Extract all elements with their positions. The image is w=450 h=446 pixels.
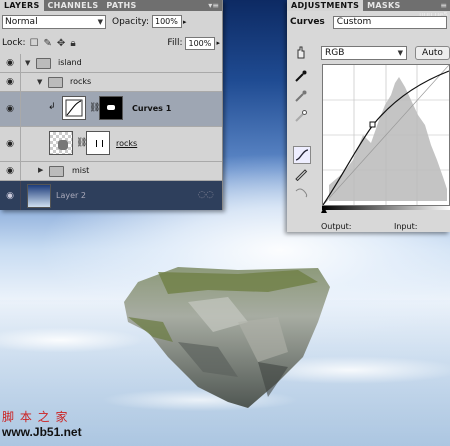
group-expand-icon[interactable]: ▼ (37, 78, 42, 86)
watermark-cn: 脚 本 之 家 (2, 410, 69, 424)
folder-icon (49, 166, 64, 177)
layers-tab-bar: LAYERS CHANNELS PATHS ▾≡ (0, 0, 222, 11)
fill-input[interactable]: 100% (185, 36, 216, 50)
blend-mode-value: Normal (5, 16, 38, 27)
layer-row-rocks[interactable]: ◉ ⛓ rocks (0, 127, 222, 162)
layer-name: Curves 1 (132, 104, 172, 113)
layer-row-mist[interactable]: ◉ ▶ mist (0, 162, 222, 181)
visibility-eye-icon[interactable]: ◉ (2, 54, 18, 72)
opacity-label: Opacity: (112, 16, 149, 27)
layer-row-curves-1[interactable]: ◉ ↲ ⛓ Curves 1 (0, 92, 222, 127)
adjustment-title: Curves (290, 17, 325, 27)
adjustments-tab-bar: ADJUSTMENTS MASKS ≡ (287, 0, 450, 11)
watermark: 脚 本 之 家 www.Jb51.net (2, 408, 82, 439)
visibility-eye-icon[interactable]: ◉ (2, 73, 18, 91)
tab-paths[interactable]: PATHS (102, 0, 140, 11)
visibility-eye-icon[interactable]: ◉ (2, 127, 18, 161)
group-collapsed-icon[interactable]: ▶ (38, 166, 43, 174)
auto-button[interactable]: Auto (415, 46, 450, 60)
fill-slider-icon[interactable]: ▸ (216, 39, 220, 47)
panel-menu-icon[interactable]: ▾≡ (208, 0, 222, 11)
lock-transparency-icon[interactable]: ☐ (30, 38, 39, 49)
layer-name: rocks (116, 139, 138, 148)
curves-adjustment-icon (62, 96, 86, 120)
fill-label: Fill: (167, 38, 183, 48)
layer-row-rocks-group[interactable]: ◉ ▼ rocks (0, 73, 222, 92)
visibility-eye-icon[interactable]: ◉ (2, 162, 18, 180)
layer-effects-icon[interactable]: ◌◌ (198, 190, 214, 200)
output-label: Output: (321, 222, 352, 231)
layer-thumbnail (49, 131, 73, 155)
group-expand-icon[interactable]: ▼ (25, 59, 30, 67)
watermark-url: www.Jb51.net (2, 425, 82, 439)
panel-menu-icon[interactable]: ≡ (440, 0, 450, 11)
layer-name: Layer 2 (56, 191, 86, 200)
chevron-down-icon: ▼ (97, 17, 103, 26)
layer-name: island (58, 58, 82, 67)
smooth-curve-icon[interactable] (293, 186, 309, 202)
layer-thumbnail (27, 184, 51, 208)
layer-name: rocks (70, 77, 92, 86)
pencil-draw-icon[interactable] (293, 166, 309, 182)
gradient-bar (322, 206, 450, 210)
folder-icon (36, 58, 51, 69)
opacity-input[interactable]: 100% (152, 15, 182, 28)
layer-name: mist (72, 166, 90, 175)
gray-point-eyedropper-icon[interactable] (293, 88, 309, 104)
layer-mask-thumbnail[interactable] (99, 96, 123, 120)
tab-channels[interactable]: CHANNELS (44, 0, 103, 11)
lock-all-icon[interactable]: 🔒︎ (70, 38, 75, 49)
input-label: Input: (394, 222, 418, 231)
channel-value: RGB (325, 48, 345, 58)
layer-mask-thumbnail[interactable] (86, 131, 110, 155)
black-point-eyedropper-icon[interactable] (293, 68, 309, 84)
preset-select[interactable]: Custom (332, 15, 447, 29)
lock-position-icon[interactable]: ✥ (57, 38, 65, 49)
lock-pixels-icon[interactable]: ✎ (44, 38, 52, 49)
visibility-eye-icon[interactable]: ◉ (2, 92, 18, 126)
chevron-down-icon: ▼ (397, 49, 403, 57)
layer-row-layer-2[interactable]: ◉ Layer 2 ◌◌ (0, 181, 222, 210)
adjustments-panel: ADJUSTMENTS MASKS ≡ uuu.ue5 Curves Custo… (287, 0, 450, 232)
layer-row-island[interactable]: ◉ ▼ island (0, 54, 222, 73)
target-adjust-hand-icon[interactable] (293, 44, 309, 60)
curve-control-point[interactable] (369, 121, 376, 128)
blend-mode-select[interactable]: Normal ▼ (2, 14, 106, 29)
tab-masks[interactable]: MASKS (363, 0, 404, 11)
visibility-eye-icon[interactable]: ◉ (2, 181, 18, 210)
white-point-eyedropper-icon[interactable] (293, 108, 309, 124)
curve-edit-icon[interactable] (293, 146, 311, 164)
layers-panel: LAYERS CHANNELS PATHS ▾≡ Normal ▼ Opacit… (0, 0, 223, 210)
curves-graph[interactable] (322, 64, 450, 206)
channel-select[interactable]: RGB ▼ (321, 46, 407, 60)
clip-arrow-icon: ↲ (48, 102, 56, 112)
lock-label: Lock: (2, 38, 26, 48)
opacity-slider-icon[interactable]: ▸ (183, 18, 187, 26)
tab-layers[interactable]: LAYERS (0, 0, 44, 11)
tab-adjustments[interactable]: ADJUSTMENTS (287, 0, 364, 11)
folder-icon (48, 77, 63, 88)
layer-list: ◉ ▼ island ◉ ▼ rocks ◉ ↲ ⛓ Curves 1 ◉ ⛓ … (0, 54, 222, 210)
floating-rock-island (124, 267, 330, 408)
